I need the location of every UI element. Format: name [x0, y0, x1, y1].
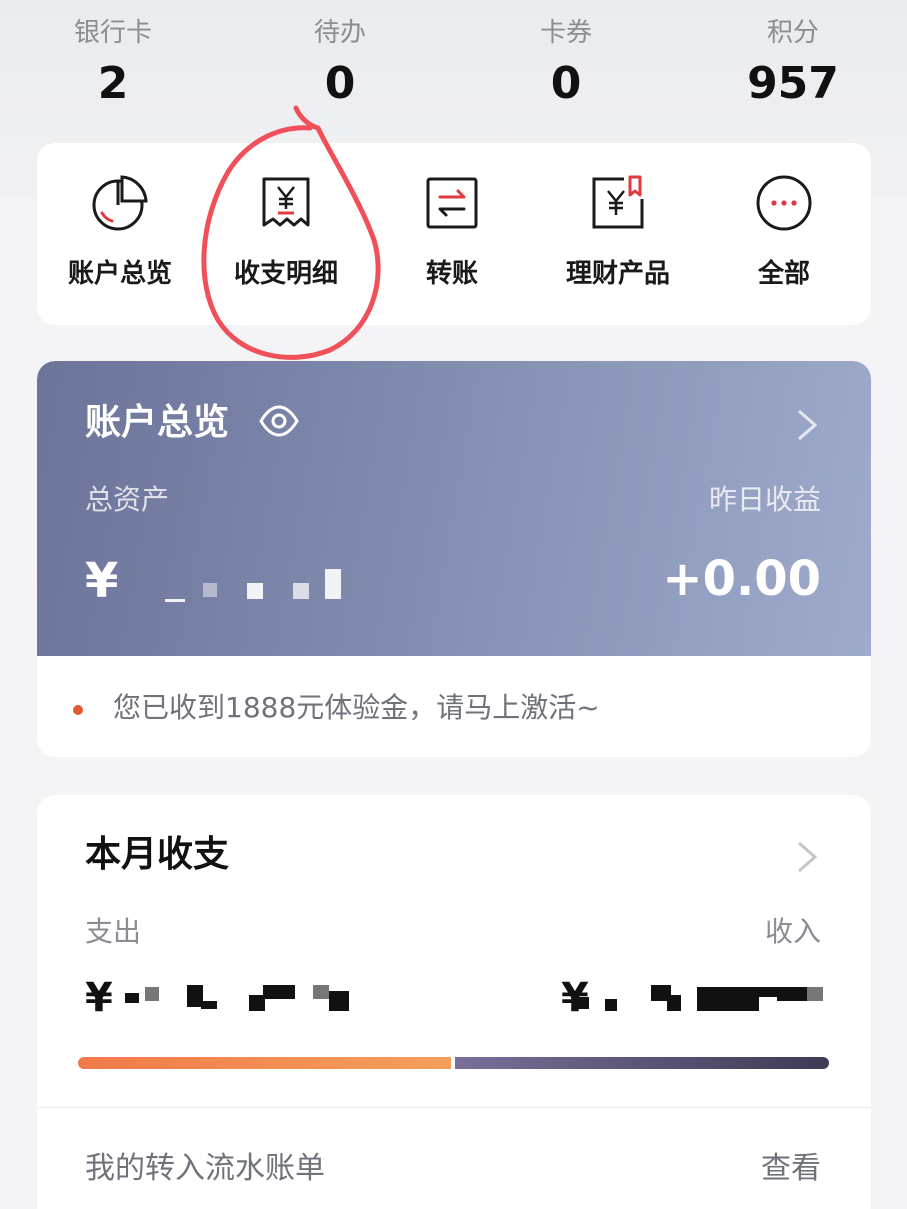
stat-label: 卡券	[539, 18, 592, 48]
monthly-summary-title[interactable]: 本月收支	[85, 833, 229, 877]
experience-fund-notice[interactable]: 您已收到1888元体验金，请马上激活~	[113, 690, 600, 726]
stat-coupons[interactable]: 卡券 0	[476, 14, 656, 112]
stats-row: 银行卡 2 待办 0 卡券 0 积分 957	[0, 0, 907, 130]
quick-action-label: 理财产品	[565, 259, 670, 289]
quick-action-label: 收支明细	[233, 259, 338, 289]
quick-action-label: 账户总览	[67, 259, 172, 289]
stat-value: 2	[97, 58, 129, 109]
stat-todo[interactable]: 待办 0	[250, 14, 430, 112]
quick-action-transactions[interactable]: 收支明细	[203, 173, 369, 289]
stat-value: 957	[747, 58, 839, 109]
stat-bank-cards[interactable]: 银行卡 2	[23, 14, 203, 112]
quick-action-label: 转账	[425, 259, 478, 289]
total-assets-currency: ¥	[85, 553, 119, 609]
stat-points[interactable]: 积分 957	[703, 14, 883, 112]
yesterday-earnings-label: 昨日收益	[708, 483, 821, 516]
income-bar	[455, 1057, 829, 1069]
yesterday-earnings-value: +0.00	[662, 551, 821, 607]
pie-chart-icon	[92, 175, 148, 231]
notice-dot	[73, 705, 83, 715]
quick-action-transfer[interactable]: 转账	[369, 173, 535, 289]
quick-action-all[interactable]: 全部	[701, 173, 867, 289]
quick-action-label: 全部	[757, 259, 810, 289]
transfer-icon	[426, 177, 478, 229]
chevron-right-icon[interactable]	[795, 407, 819, 443]
view-statement-link[interactable]: 查看	[761, 1151, 821, 1187]
total-assets-label: 总资产	[85, 483, 170, 516]
expense-currency: ¥	[85, 975, 113, 1021]
chevron-right-icon[interactable]	[795, 839, 819, 875]
divider	[37, 1107, 871, 1108]
stat-value: 0	[324, 58, 356, 109]
stat-label: 积分	[766, 18, 819, 48]
quick-action-wealth-products[interactable]: 理财产品	[535, 173, 701, 289]
eye-icon[interactable]	[259, 403, 299, 439]
monthly-summary-card: 本月收支 支出 收入 ¥ ¥ 我的转入流水账单 查看	[37, 795, 871, 1209]
quick-action-account-overview[interactable]: 账户总览	[37, 173, 203, 289]
expense-label: 支出	[85, 915, 142, 948]
stat-label: 银行卡	[73, 18, 152, 48]
stat-label: 待办	[313, 18, 366, 48]
transfer-statement-label: 我的转入流水账单	[85, 1151, 325, 1186]
receipt-icon	[262, 177, 310, 227]
income-label: 收入	[764, 915, 821, 948]
more-icon	[756, 175, 812, 231]
wealth-product-icon	[592, 175, 644, 229]
expense-bar	[78, 1057, 451, 1069]
account-overview-card[interactable]: 账户总览 总资产 昨日收益 ¥ +0.00 您已收到1888元体验金，请马上激活…	[37, 361, 871, 757]
account-overview-title: 账户总览	[85, 402, 230, 443]
stat-value: 0	[550, 58, 582, 109]
quick-actions-card: 账户总览 收支明细 转账 理财产品 全部	[37, 143, 871, 325]
